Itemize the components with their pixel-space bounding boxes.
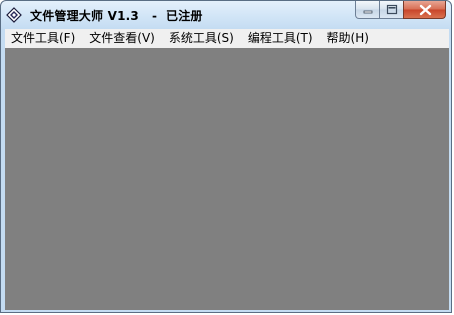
diamond-app-icon[interactable] — [6, 7, 22, 23]
close-icon — [419, 4, 432, 16]
window-title: 文件管理大师 V1.3 - 已注册 — [30, 9, 203, 23]
menu-file-tools[interactable]: 文件工具(F) — [5, 29, 82, 48]
menu-programming-tools[interactable]: 编程工具(T) — [241, 29, 320, 48]
mdi-client-area[interactable] — [5, 48, 449, 310]
menu-bar: 文件工具(F) 文件查看(V) 系统工具(S) 编程工具(T) 帮助(H) — [5, 29, 449, 48]
menu-file-view[interactable]: 文件查看(V) — [82, 29, 162, 48]
maximize-icon — [386, 4, 398, 15]
close-button[interactable] — [403, 1, 446, 19]
app-window: 文件管理大师 V1.3 - 已注册 文件工具(F) 文件查看(V) 系统工具(S… — [0, 0, 452, 313]
menu-system-tools[interactable]: 系统工具(S) — [162, 29, 241, 48]
menu-help[interactable]: 帮助(H) — [320, 29, 376, 48]
caption-buttons — [355, 1, 446, 20]
minimize-button[interactable] — [355, 1, 380, 19]
maximize-button[interactable] — [379, 1, 404, 19]
title-bar[interactable]: 文件管理大师 V1.3 - 已注册 — [1, 1, 451, 29]
minimize-icon — [363, 10, 373, 14]
